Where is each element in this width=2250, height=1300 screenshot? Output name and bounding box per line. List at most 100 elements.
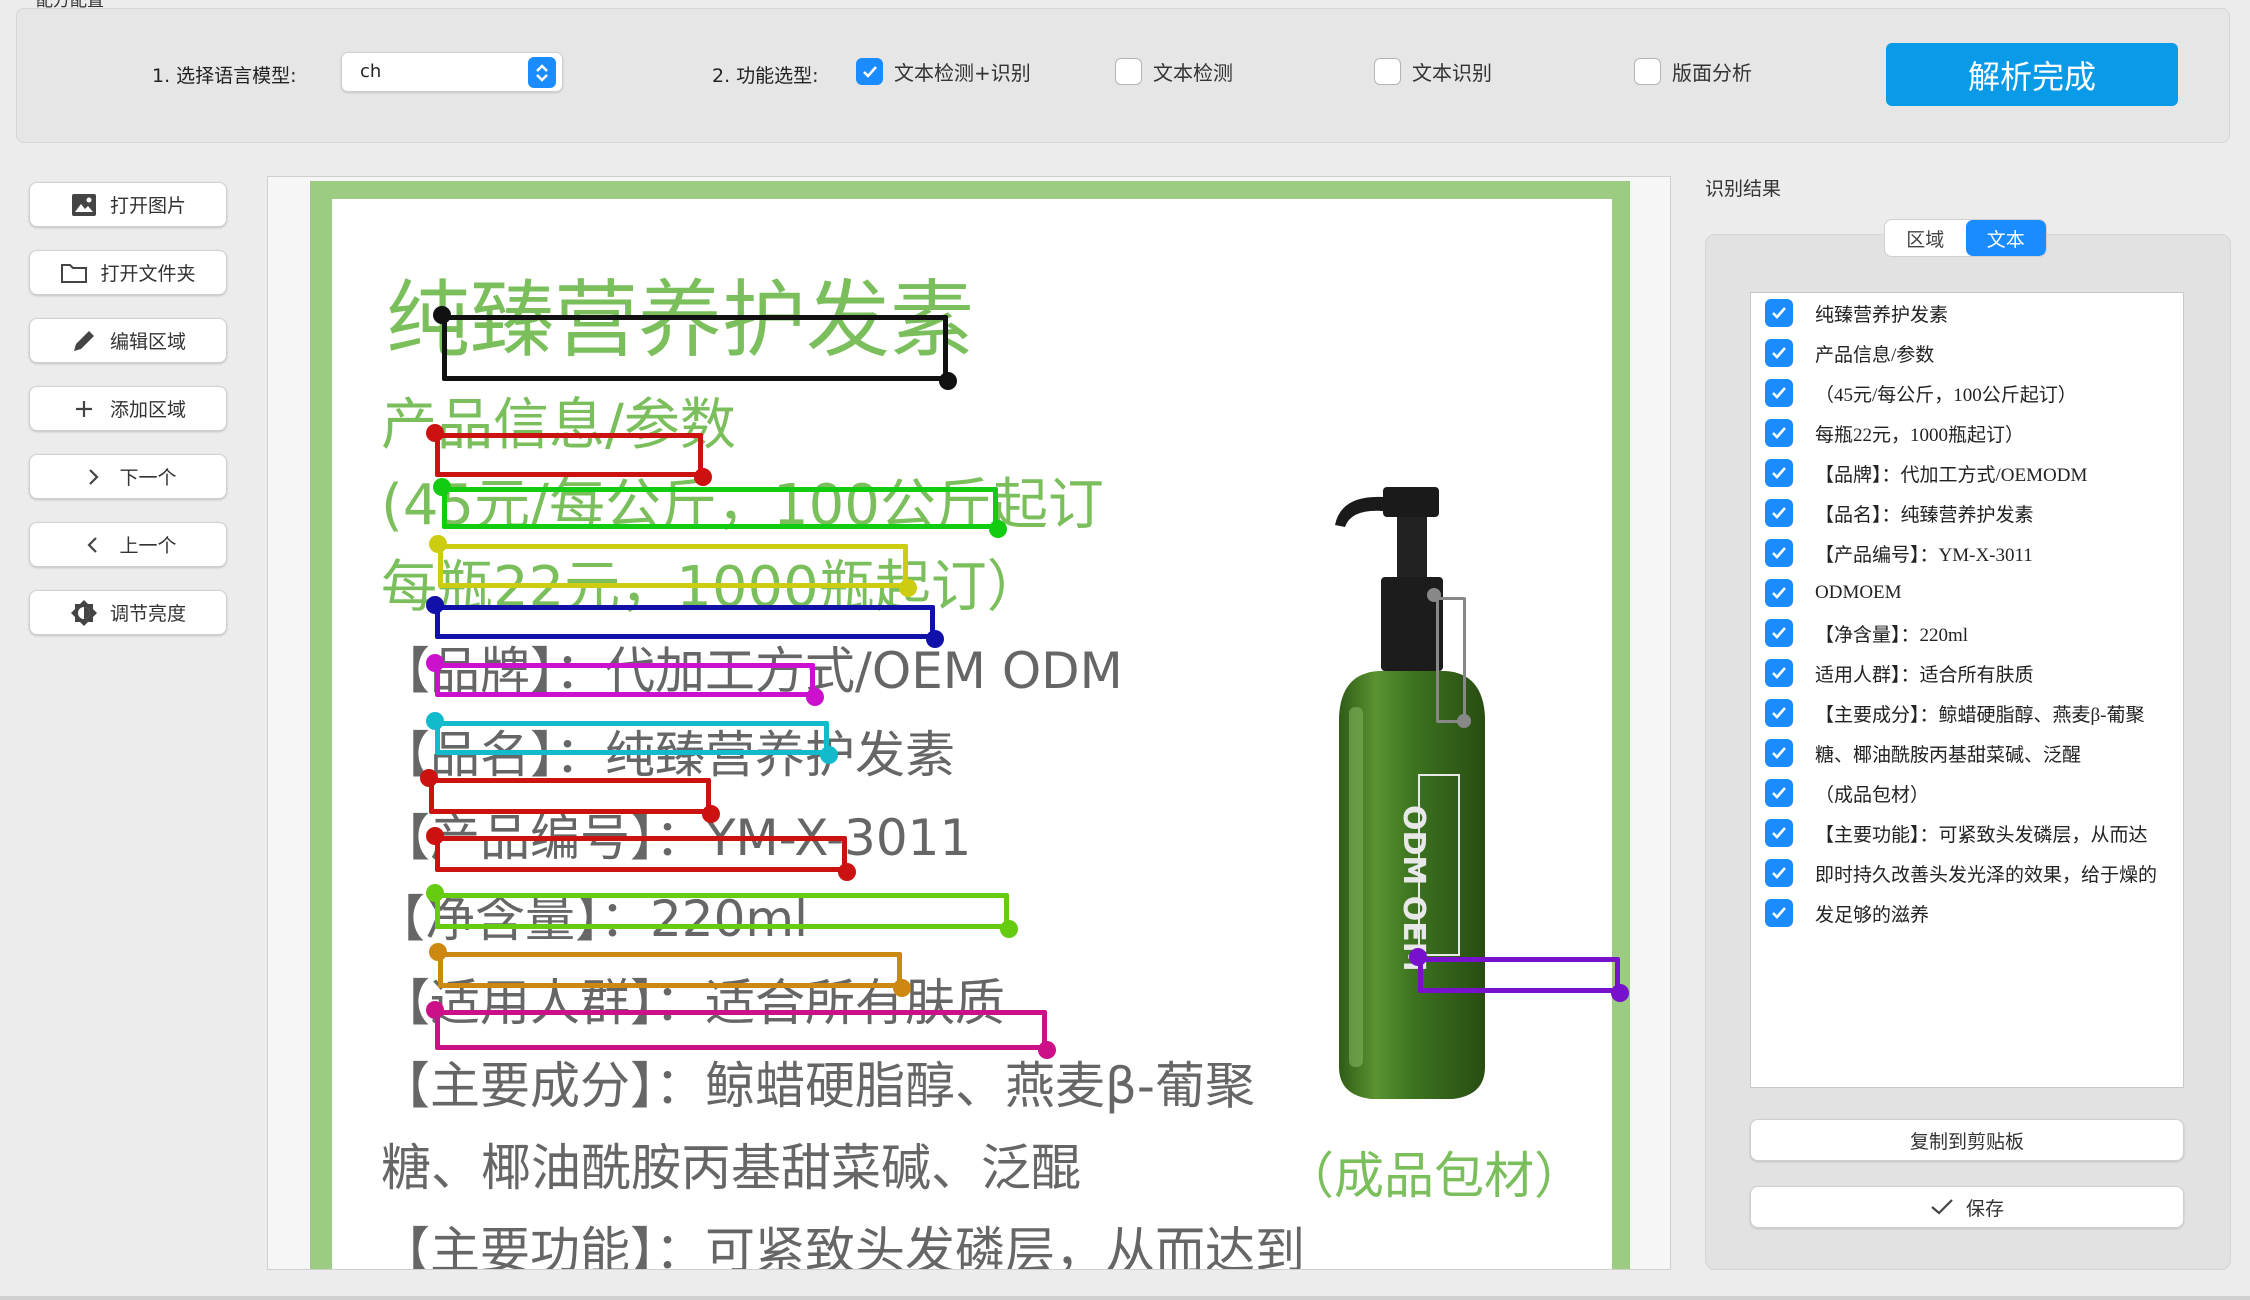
box-handle[interactable] — [1457, 714, 1471, 728]
box-handle[interactable] — [429, 943, 447, 961]
box-handle[interactable] — [893, 979, 911, 997]
checkbox-checked-icon[interactable] — [1765, 419, 1793, 447]
result-item[interactable]: ODMOEM — [1751, 573, 2183, 613]
box-handle[interactable] — [1427, 588, 1441, 602]
option-recognize[interactable]: 文本识别 — [1374, 57, 1492, 86]
box-handle[interactable] — [426, 827, 444, 845]
detection-box[interactable] — [435, 605, 935, 639]
checkbox-checked-icon[interactable] — [1765, 659, 1793, 687]
detection-box[interactable] — [438, 544, 908, 588]
copy-to-clipboard-button[interactable]: 复制到剪贴板 — [1750, 1119, 2184, 1161]
checkbox-checked-icon[interactable] — [1765, 819, 1793, 847]
open-image-button[interactable]: 打开图片 — [29, 182, 227, 227]
checkbox-checked-icon[interactable] — [1765, 379, 1793, 407]
detection-box[interactable] — [438, 952, 902, 988]
checkbox-checked-icon[interactable] — [1765, 499, 1793, 527]
result-item[interactable]: 【品牌】：代加工方式/OEMODM — [1751, 453, 2183, 493]
result-item[interactable]: （成品包材） — [1751, 773, 2183, 813]
result-item-text: （成品包材） — [1815, 784, 1930, 806]
result-item[interactable]: 【产品编号】：YM-X-3011 — [1751, 533, 2183, 573]
box-handle[interactable] — [433, 478, 451, 496]
checkbox-checked-icon[interactable] — [1765, 779, 1793, 807]
results-list[interactable]: 纯臻营养护发素 产品信息/参数 （45元/每公斤，100公斤起订） 每瓶22元，100… — [1750, 292, 2184, 1088]
result-item[interactable]: 【品名】：纯臻营养护发素 — [1751, 493, 2183, 533]
checkbox-checked-icon[interactable] — [1765, 459, 1793, 487]
detection-box[interactable] — [435, 836, 847, 872]
parse-complete-button[interactable]: 解析完成 — [1886, 43, 2178, 106]
checkbox-icon[interactable] — [1115, 58, 1142, 85]
box-handle[interactable] — [426, 424, 444, 442]
checkbox-icon[interactable] — [1634, 58, 1661, 85]
box-handle[interactable] — [939, 372, 957, 390]
box-handle[interactable] — [1611, 984, 1629, 1002]
box-handle[interactable] — [426, 884, 444, 902]
option-detect[interactable]: 文本检测 — [1115, 57, 1233, 86]
result-item[interactable]: 发足够的滋养 — [1751, 893, 2183, 933]
box-handle[interactable] — [1409, 948, 1427, 966]
brightness-icon — [70, 599, 98, 627]
save-button[interactable]: 保存 — [1750, 1186, 2184, 1228]
checkbox-checked-icon[interactable] — [1765, 859, 1793, 887]
image-viewer[interactable]: 纯臻营养护发素 产品信息/参数 (45元/每公斤，100公斤起订 每瓶22元，1… — [267, 176, 1671, 1270]
box-handle[interactable] — [899, 579, 917, 597]
checkbox-checked-icon[interactable] — [1765, 699, 1793, 727]
option-detect-recognize[interactable]: 文本检测+识别 — [856, 57, 1031, 86]
box-handle[interactable] — [806, 688, 824, 706]
result-item[interactable]: （45元/每公斤，100公斤起订） — [1751, 373, 2183, 413]
box-handle[interactable] — [420, 769, 438, 787]
box-handle[interactable] — [926, 630, 944, 648]
checkbox-checked-icon[interactable] — [1765, 299, 1793, 327]
model-select[interactable]: ch — [341, 52, 563, 92]
detection-box[interactable] — [435, 721, 829, 755]
box-handle[interactable] — [1038, 1041, 1056, 1059]
box-handle[interactable] — [426, 654, 444, 672]
detection-box[interactable] — [435, 433, 703, 477]
box-handle[interactable] — [1000, 920, 1018, 938]
result-item[interactable]: 纯臻营养护发素 — [1751, 293, 2183, 333]
tab-text[interactable]: 文本 — [1965, 220, 2046, 256]
checkbox-checked-icon[interactable] — [1765, 899, 1793, 927]
box-handle[interactable] — [702, 805, 720, 823]
detection-box[interactable] — [435, 893, 1009, 929]
detection-box[interactable] — [442, 487, 998, 529]
detection-box[interactable] — [1418, 957, 1620, 993]
tab-region[interactable]: 区域 — [1885, 220, 1966, 256]
result-item[interactable]: 【净含量】：220ml — [1751, 613, 2183, 653]
edit-region-button[interactable]: 编辑区域 — [29, 318, 227, 363]
detection-box[interactable] — [442, 315, 948, 381]
checkbox-checked-icon[interactable] — [856, 58, 883, 85]
box-handle[interactable] — [426, 596, 444, 614]
result-item[interactable]: 糖、椰油酰胺丙基甜菜碱、泛醒 — [1751, 733, 2183, 773]
box-handle[interactable] — [820, 746, 838, 764]
add-region-button[interactable]: 添加区域 — [29, 386, 227, 431]
brightness-button[interactable]: 调节亮度 — [29, 590, 227, 635]
box-handle[interactable] — [429, 535, 447, 553]
option-layout[interactable]: 版面分析 — [1634, 57, 1752, 86]
checkbox-checked-icon[interactable] — [1765, 539, 1793, 567]
result-item[interactable]: 产品信息/参数 — [1751, 333, 2183, 373]
detection-box[interactable] — [1436, 597, 1466, 723]
previous-button[interactable]: 上一个 — [29, 522, 227, 567]
checkbox-checked-icon[interactable] — [1765, 619, 1793, 647]
checkbox-icon[interactable] — [1374, 58, 1401, 85]
checkbox-checked-icon[interactable] — [1765, 579, 1793, 607]
detection-box[interactable] — [429, 778, 711, 814]
result-item[interactable]: 适用人群】：适合所有肤质 — [1751, 653, 2183, 693]
checkbox-checked-icon[interactable] — [1765, 739, 1793, 767]
box-handle[interactable] — [694, 468, 712, 486]
next-button[interactable]: 下一个 — [29, 454, 227, 499]
result-item[interactable]: 即时持久改善头发光泽的效果，给于燥的 — [1751, 853, 2183, 893]
open-folder-button[interactable]: 打开文件夹 — [29, 250, 227, 295]
detection-box[interactable] — [435, 663, 815, 697]
result-item[interactable]: 每瓶22元，1000瓶起订） — [1751, 413, 2183, 453]
result-item[interactable]: 【主要成分】：鲸蜡硬脂醇、燕麦β-葡聚 — [1751, 693, 2183, 733]
results-view-tabs[interactable]: 区域 文本 — [1884, 219, 2047, 257]
box-handle[interactable] — [838, 863, 856, 881]
result-item[interactable]: 【主要功能】：可紧致头发磷层，从而达 — [1751, 813, 2183, 853]
box-handle[interactable] — [426, 1001, 444, 1019]
box-handle[interactable] — [426, 712, 444, 730]
checkbox-checked-icon[interactable] — [1765, 339, 1793, 367]
box-handle[interactable] — [433, 306, 451, 324]
detection-box[interactable] — [435, 1010, 1047, 1050]
box-handle[interactable] — [989, 520, 1007, 538]
